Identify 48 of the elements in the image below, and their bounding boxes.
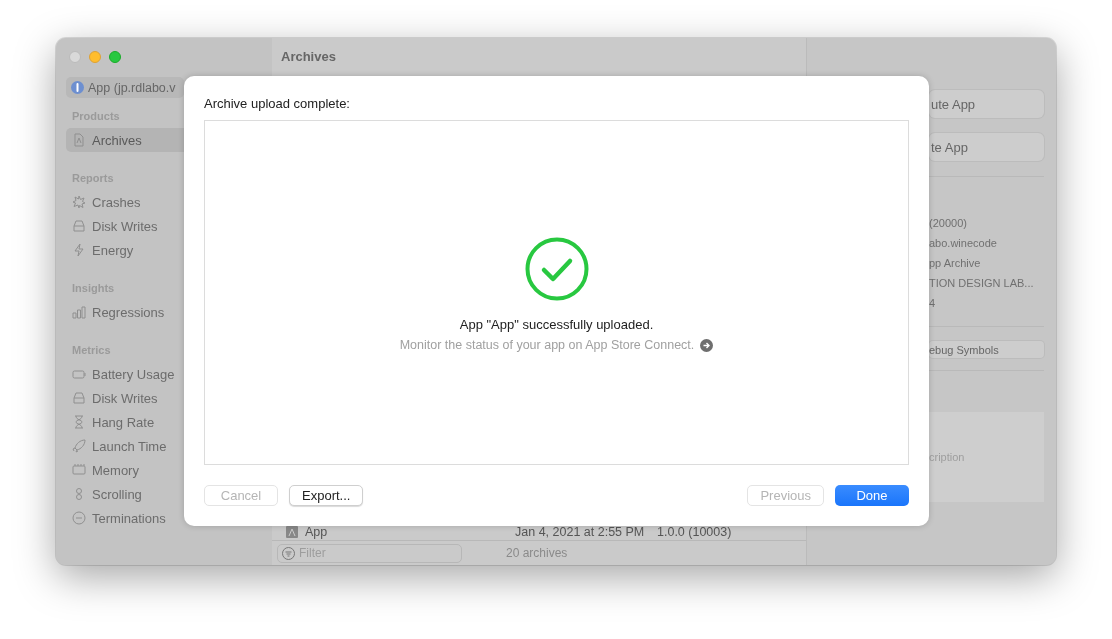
drive-icon bbox=[72, 391, 86, 405]
status-link[interactable]: Monitor the status of your app on App Store Connect. bbox=[399, 338, 695, 352]
sidebar-item[interactable]: Energy bbox=[66, 238, 262, 262]
drive-icon bbox=[72, 219, 86, 233]
bolt-icon bbox=[72, 243, 86, 257]
app-icon bbox=[71, 81, 84, 94]
sidebar-item[interactable]: Terminations bbox=[66, 506, 262, 530]
success-message: App "App" successfully uploaded. bbox=[459, 317, 654, 332]
filter-icon bbox=[282, 546, 295, 560]
sidebar-item[interactable]: Memory bbox=[66, 458, 262, 482]
table-cell-text: App bbox=[305, 525, 329, 539]
close-button[interactable] bbox=[69, 51, 81, 63]
dialog-title: Archive upload complete: bbox=[204, 96, 351, 112]
action-button[interactable]: te App bbox=[929, 133, 1044, 161]
sidebar-item[interactable]: Launch Time bbox=[66, 434, 262, 458]
archive-icon bbox=[286, 526, 298, 538]
arrow-circle-icon[interactable] bbox=[700, 338, 714, 352]
table-cell-text: 1.0.0 (10003) bbox=[657, 525, 733, 539]
archive-count: 20 archives bbox=[506, 546, 568, 560]
dialog-button[interactable]: Done bbox=[835, 485, 909, 506]
dialog-button[interactable]: Export... bbox=[289, 485, 364, 506]
project-selector[interactable]: App (jp.rdlabo.v bbox=[66, 77, 184, 98]
bar-chart-icon bbox=[72, 305, 86, 319]
detail-text: abo.winecode bbox=[929, 236, 998, 251]
sidebar-item[interactable]: Crashes bbox=[66, 190, 262, 214]
sidebar-item[interactable]: Disk Writes bbox=[66, 386, 262, 410]
hourglass-icon bbox=[72, 415, 86, 429]
rocket-icon bbox=[72, 439, 86, 453]
detail-text: pp Archive bbox=[929, 256, 982, 271]
minus-circle-icon bbox=[72, 511, 86, 525]
table-cell-text: Jan 4, 2021 at 2:55 PM bbox=[515, 525, 646, 539]
checkmark-circle-icon bbox=[524, 237, 589, 301]
sidebar-item[interactable]: Battery Usage bbox=[66, 362, 262, 386]
pane-title: Archives bbox=[280, 48, 337, 66]
memory-chip-icon bbox=[72, 463, 86, 477]
document-icon bbox=[72, 133, 86, 147]
detail-text: TION DESIGN LAB... bbox=[929, 276, 1035, 291]
symbols-button[interactable]: ebug Symbols bbox=[929, 341, 1044, 358]
sidebar-item[interactable]: Hang Rate bbox=[66, 410, 262, 434]
sidebar-item[interactable]: Regressions bbox=[66, 300, 262, 324]
detail-text: 4 bbox=[929, 296, 937, 311]
detail-text: (20000) bbox=[929, 216, 968, 231]
sidebar-item[interactable]: Disk Writes bbox=[66, 214, 262, 238]
minimize-button[interactable] bbox=[89, 51, 101, 63]
battery-icon bbox=[72, 367, 86, 381]
action-button[interactable]: ute App bbox=[929, 90, 1044, 118]
zoom-button[interactable] bbox=[109, 51, 121, 63]
burst-icon bbox=[72, 195, 86, 209]
